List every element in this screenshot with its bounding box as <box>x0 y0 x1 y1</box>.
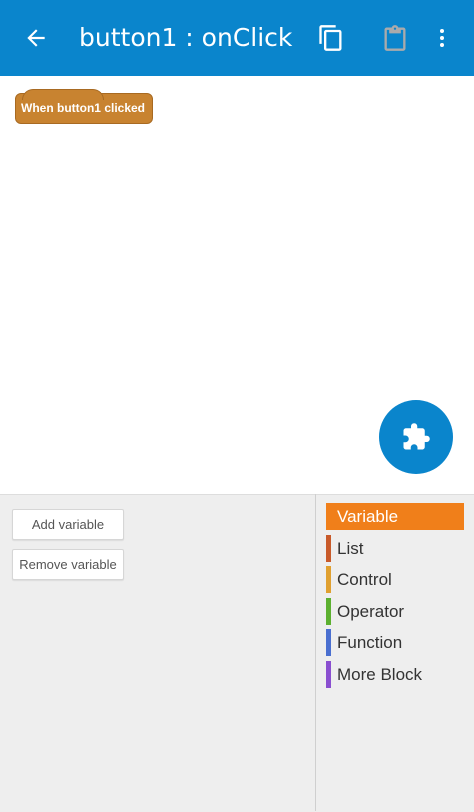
category-color-bar <box>326 629 331 656</box>
category-color-bar <box>326 661 331 688</box>
arrow-left-icon <box>27 29 45 47</box>
category-color-bar <box>326 566 331 593</box>
category-function[interactable]: Function <box>326 629 464 656</box>
remove-variable-button[interactable]: Remove variable <box>12 549 124 580</box>
more-vertical-icon <box>440 29 444 47</box>
copy-button[interactable] <box>311 18 351 58</box>
event-block[interactable]: When button1 clicked <box>15 89 154 124</box>
page-title: button1 : onClick <box>79 23 293 52</box>
category-label: Function <box>337 633 403 652</box>
category-variable[interactable]: Variable <box>326 503 464 530</box>
app-bar: button1 : onClick <box>0 0 474 76</box>
overflow-menu-button[interactable] <box>422 18 462 58</box>
category-color-bar <box>326 535 331 562</box>
event-block-label: When button1 clicked <box>21 101 146 115</box>
copy-icon <box>319 25 342 51</box>
category-more-block[interactable]: More Block <box>326 661 464 688</box>
paste-button[interactable] <box>375 18 415 58</box>
back-button[interactable] <box>18 20 54 56</box>
category-list[interactable]: List <box>326 535 464 562</box>
category-label: More Block <box>337 665 423 684</box>
clipboard-icon <box>384 25 406 51</box>
category-control[interactable]: Control <box>326 566 464 593</box>
category-label: Operator <box>337 602 405 621</box>
category-label: Control <box>337 570 392 589</box>
category-label: List <box>337 539 364 558</box>
add-block-fab[interactable] <box>379 400 453 474</box>
category-color-bar <box>326 598 331 625</box>
category-operator[interactable]: Operator <box>326 598 464 625</box>
category-label: Variable <box>337 507 399 526</box>
palette-divider <box>315 494 316 811</box>
add-variable-button[interactable]: Add variable <box>12 509 124 540</box>
puzzle-piece-icon <box>403 423 430 450</box>
